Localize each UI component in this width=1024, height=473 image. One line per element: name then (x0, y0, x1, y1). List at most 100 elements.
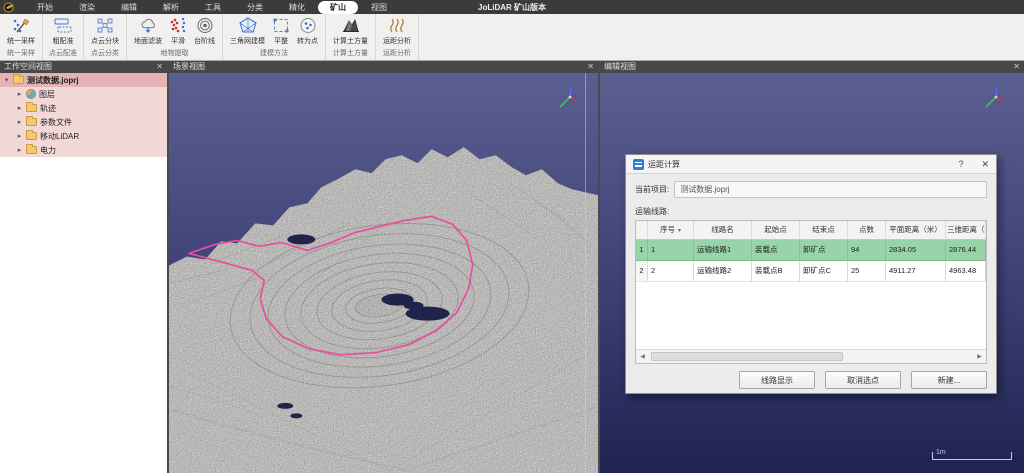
menu-view[interactable]: 视图 (358, 1, 400, 14)
volume-icon (341, 16, 361, 35)
tree-item-power[interactable]: ▸ 电力 (0, 143, 167, 157)
haul-distance-dialog: 运距计算 ? ✕ 当前项目: 测试数据.joprj 运输线路: 序号▾ 线路名 … (625, 154, 997, 394)
group-label-haul-distance: 运距分析 (380, 48, 414, 60)
workspace-close-icon[interactable]: ✕ (156, 62, 163, 72)
caret-collapsed-icon[interactable]: ▸ (16, 132, 23, 140)
row-header-cell: 2 (636, 261, 648, 282)
caret-collapsed-icon[interactable]: ▸ (16, 104, 23, 112)
menu-tools[interactable]: 工具 (192, 1, 234, 14)
column-header-3d-distance[interactable]: 三维距离（米） (946, 221, 986, 240)
cloud-tiling-button[interactable]: 点云分块 (88, 14, 122, 46)
flatten-icon (271, 16, 291, 35)
column-header-plan-distance[interactable]: 平面距离（米） (886, 221, 946, 240)
column-header-end[interactable]: 结束点 (800, 221, 848, 240)
menu-edit[interactable]: 编辑 (108, 1, 150, 14)
flatten-button[interactable]: 平整 (268, 14, 294, 46)
show-route-button[interactable]: 线路显示 (739, 371, 815, 389)
bench-line-icon (195, 16, 215, 35)
cell-name: 运输线路2 (694, 261, 752, 282)
folder-icon (26, 104, 37, 112)
dialog-body: 当前项目: 测试数据.joprj 运输线路: 序号▾ 线路名 起始点 结束点 点… (626, 174, 996, 394)
cell-3d-distance: 4963.48 (946, 261, 986, 282)
cell-end: 卸矿点C (800, 261, 848, 282)
dialog-title: 运距计算 (648, 159, 680, 170)
caret-collapsed-icon[interactable]: ▸ (16, 146, 23, 154)
window-title: JoLiDAR 矿山版本 (478, 2, 546, 13)
cell-name: 运输线路1 (694, 240, 752, 261)
table-row[interactable]: 2 2 运输线路2 装载点B 卸矿点C 25 4911.27 4963.48 (636, 261, 986, 282)
menu-classify[interactable]: 分类 (234, 1, 276, 14)
column-header-points[interactable]: 点数 (848, 221, 886, 240)
tree-item-mobile-lidar[interactable]: ▸ 移动LiDAR (0, 129, 167, 143)
group-label-classification: 点云分类 (88, 48, 122, 60)
corner-header-cell (636, 221, 648, 240)
edit-3d-viewport[interactable]: 1m 运距计算 ? ✕ 当前项目: 测试数据.joprj 运输线路: 序号▾ (600, 73, 1024, 473)
caret-expanded-icon[interactable]: ▾ (3, 76, 10, 84)
volume-button[interactable]: 计算土方量 (330, 14, 371, 46)
tin-modeling-label: 三角网建模 (230, 36, 265, 46)
dialog-title-bar[interactable]: 运距计算 ? ✕ (626, 155, 996, 174)
volume-label: 计算土方量 (333, 36, 368, 46)
cell-3d-distance: 2876.44 (946, 240, 986, 261)
new-route-button[interactable]: 新建... (911, 371, 987, 389)
ribbon-group-modeling: 三角网建模 平整 转为点 建模方法 (223, 14, 326, 60)
menu-analyze[interactable]: 解析 (150, 1, 192, 14)
workspace-tree: ▾ 测试数据.joprj ▸ 图层 ▸ 轨迹 ▸ 参数文件 ▸ 移动LiDAR … (0, 73, 167, 473)
ground-filter-button[interactable]: 地面滤波 (131, 14, 165, 46)
dialog-button-row: 线路显示 取消选点 新建... (635, 371, 987, 389)
scene-scrollbar[interactable] (585, 73, 586, 473)
tree-item-layers[interactable]: ▸ 图层 (0, 87, 167, 101)
folder-icon (26, 118, 37, 126)
menu-start[interactable]: 开始 (24, 1, 66, 14)
cloud-tiling-label: 点云分块 (91, 36, 119, 46)
scene-3d-viewport[interactable] (169, 73, 598, 473)
caret-collapsed-icon[interactable]: ▸ (16, 90, 23, 98)
tree-item-parameter-files[interactable]: ▸ 参数文件 (0, 115, 167, 129)
cell-start: 装载点 (752, 240, 800, 261)
edit-panel-header: 编辑视图 ✕ (600, 60, 1024, 73)
ribbon-group-haul-distance: 运距分析 运距分析 (376, 14, 419, 60)
tree-root-project[interactable]: ▾ 测试数据.joprj (0, 73, 167, 87)
scroll-right-icon[interactable]: ▶ (973, 353, 986, 360)
tree-item-label: 图层 (39, 89, 55, 100)
resample-button[interactable]: 统一采样 (4, 14, 38, 46)
menu-render[interactable]: 渲染 (66, 1, 108, 14)
group-label-feature-extraction: 地物提取 (131, 48, 218, 60)
scrollbar-thumb[interactable] (651, 352, 843, 361)
scroll-left-icon[interactable]: ◀ (636, 353, 649, 360)
dialog-close-button[interactable]: ✕ (981, 159, 989, 170)
column-header-start[interactable]: 起始点 (752, 221, 800, 240)
column-header-name[interactable]: 线路名 (694, 221, 752, 240)
to-point-button[interactable]: 转为点 (294, 14, 321, 46)
group-label-resample: 统一采样 (4, 48, 38, 60)
scrollbar-track[interactable] (649, 350, 973, 363)
edit-close-icon[interactable]: ✕ (1013, 62, 1020, 72)
ribbon-group-resample: 统一采样 统一采样 (0, 14, 43, 60)
haul-distance-button[interactable]: 运距分析 (380, 14, 414, 46)
table-row[interactable]: 1 1 运输线路1 装载点 卸矿点 94 2834.05 2876.44 (636, 240, 986, 261)
smooth-label: 平滑 (171, 36, 185, 46)
smooth-button[interactable]: 平滑 (165, 14, 191, 46)
table-horizontal-scrollbar[interactable]: ◀ ▶ (636, 349, 986, 363)
routes-table-header: 序号▾ 线路名 起始点 结束点 点数 平面距离（米） 三维距离（米） (636, 221, 986, 240)
cancel-point-selection-button[interactable]: 取消选点 (825, 371, 901, 389)
menu-refine[interactable]: 精化 (276, 1, 318, 14)
caret-collapsed-icon[interactable]: ▸ (16, 118, 23, 126)
ribbon-group-registration: 粗配准 点云配准 (43, 14, 84, 60)
dialog-help-button[interactable]: ? (958, 159, 963, 169)
coarse-registration-button[interactable]: 粗配准 (50, 14, 77, 46)
bench-line-button[interactable]: 台阶线 (191, 14, 218, 46)
tree-item-trajectory[interactable]: ▸ 轨迹 (0, 101, 167, 115)
bench-line-label: 台阶线 (194, 36, 215, 46)
column-header-seq[interactable]: 序号▾ (648, 221, 694, 240)
row-header-cell: 1 (636, 240, 648, 261)
point-cloud-terrain (169, 73, 598, 473)
current-project-input[interactable]: 测试数据.joprj (674, 181, 987, 198)
cell-start: 装载点B (752, 261, 800, 282)
scene-close-icon[interactable]: ✕ (587, 62, 594, 72)
dialog-app-icon (633, 159, 644, 170)
menu-mine-active[interactable]: 矿山 (318, 1, 358, 14)
routes-table: 序号▾ 线路名 起始点 结束点 点数 平面距离（米） 三维距离（米） 1 1 运… (635, 220, 987, 364)
cell-plan-distance: 2834.05 (886, 240, 946, 261)
tin-modeling-button[interactable]: 三角网建模 (227, 14, 268, 46)
